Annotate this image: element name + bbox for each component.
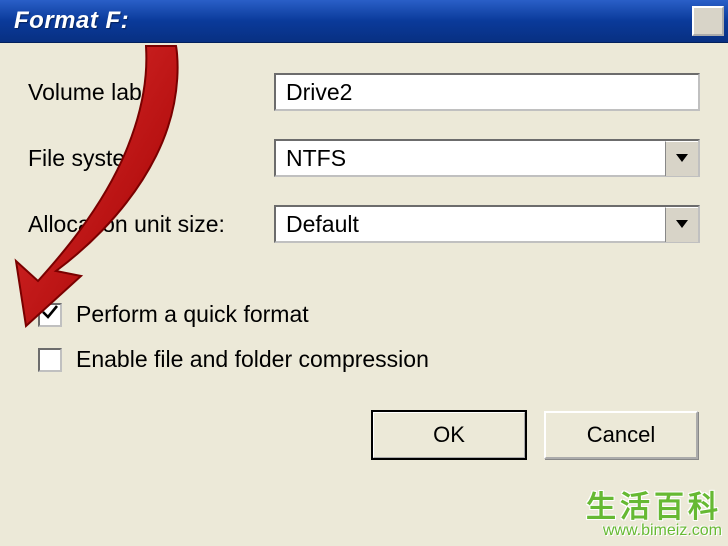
ok-button-label: OK bbox=[433, 422, 465, 448]
allocation-row: Allocation unit size: Default bbox=[28, 205, 700, 243]
ok-button[interactable]: OK bbox=[372, 411, 526, 459]
window-title: Format F: bbox=[14, 7, 129, 35]
volume-label-row: Volume label: Drive2 bbox=[28, 73, 700, 111]
file-system-row: File system: NTFS bbox=[28, 139, 700, 177]
file-system-dropdown[interactable]: NTFS bbox=[274, 139, 700, 177]
quick-format-checkbox[interactable] bbox=[38, 303, 62, 327]
title-bar: Format F: bbox=[0, 0, 728, 43]
button-row: OK Cancel bbox=[28, 411, 700, 459]
allocation-dropdown-button[interactable] bbox=[665, 207, 698, 242]
compression-label: Enable file and folder compression bbox=[76, 346, 429, 373]
watermark: 生活百科 www.bimeiz.com bbox=[586, 482, 722, 540]
check-icon bbox=[41, 303, 59, 326]
chevron-down-icon bbox=[675, 150, 689, 168]
watermark-url: www.bimeiz.com bbox=[586, 522, 722, 540]
volume-label-input[interactable]: Drive2 bbox=[274, 73, 700, 111]
quick-format-row: Perform a quick format bbox=[28, 301, 700, 328]
cancel-button-label: Cancel bbox=[587, 422, 655, 448]
volume-label-value: Drive2 bbox=[286, 79, 352, 106]
volume-label-label: Volume label: bbox=[28, 79, 274, 106]
cancel-button[interactable]: Cancel bbox=[544, 411, 698, 459]
close-button[interactable] bbox=[692, 6, 724, 36]
file-system-dropdown-button[interactable] bbox=[665, 141, 698, 176]
compression-row: Enable file and folder compression bbox=[28, 346, 700, 373]
file-system-label: File system: bbox=[28, 145, 274, 172]
quick-format-label: Perform a quick format bbox=[76, 301, 309, 328]
allocation-value: Default bbox=[276, 211, 665, 238]
allocation-label: Allocation unit size: bbox=[28, 211, 274, 238]
watermark-text: 生活百科 bbox=[586, 482, 722, 526]
file-system-value: NTFS bbox=[276, 145, 665, 172]
allocation-dropdown[interactable]: Default bbox=[274, 205, 700, 243]
chevron-down-icon bbox=[675, 216, 689, 234]
compression-checkbox[interactable] bbox=[38, 348, 62, 372]
dialog-body: Volume label: Drive2 File system: NTFS A… bbox=[0, 43, 728, 459]
